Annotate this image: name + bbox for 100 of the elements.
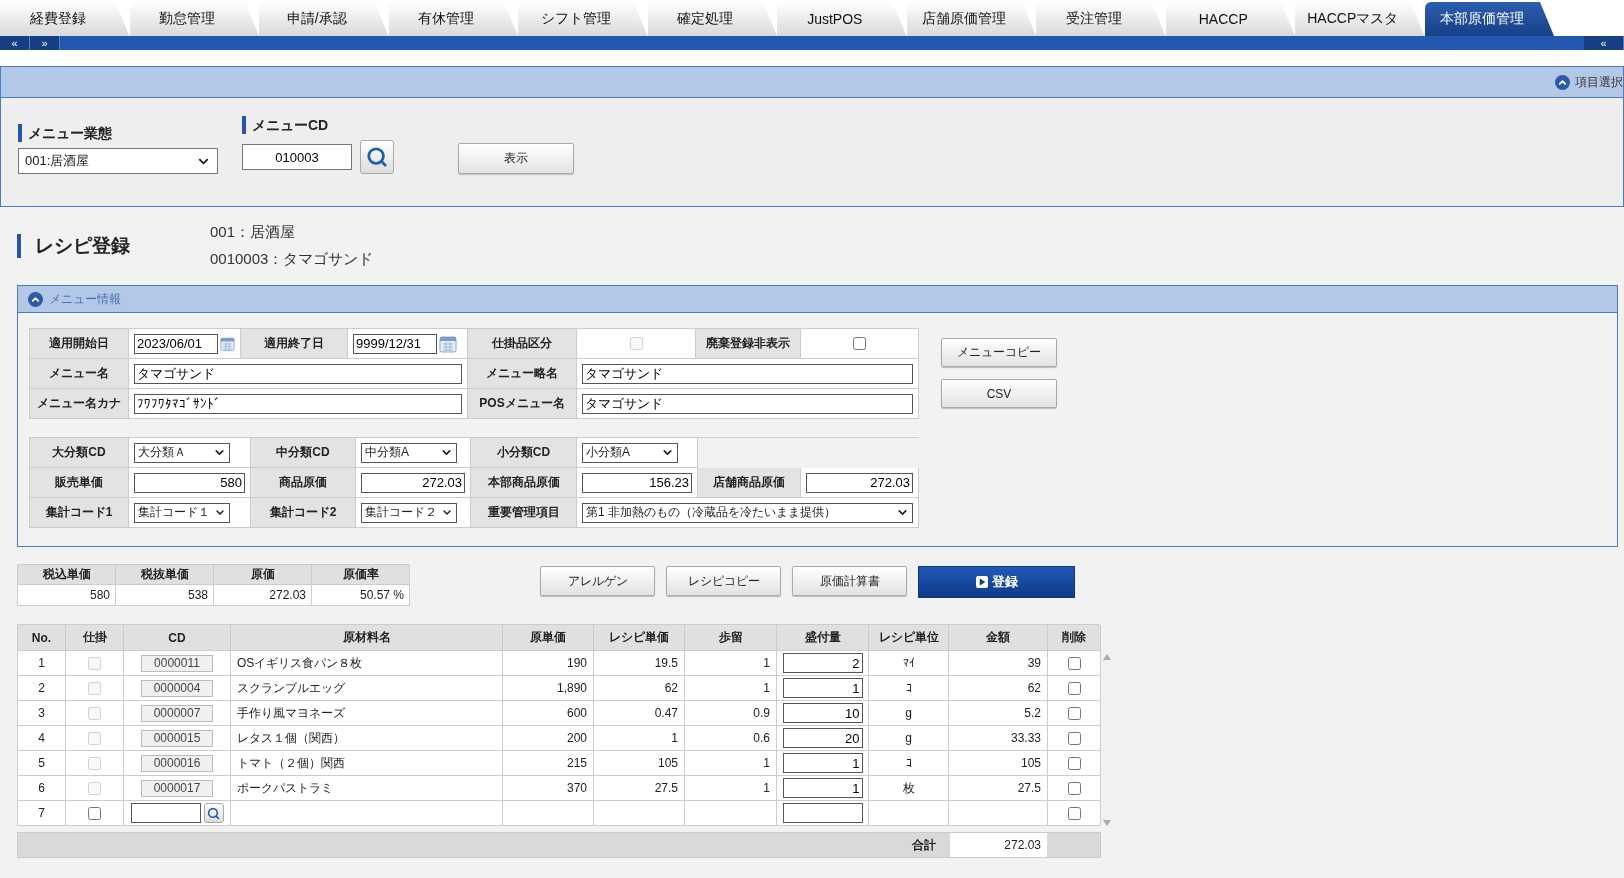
tab[interactable]: 経費登録 [0,2,130,36]
dropdown[interactable]: 大分類Ａ [134,442,230,463]
cd-input-field[interactable] [130,803,201,823]
column-header: 仕掛 [66,625,124,651]
search-icon [366,146,388,168]
tab[interactable]: 確定処理 [647,2,777,36]
side-button[interactable]: CSV [941,379,1057,408]
delete-checkbox[interactable] [1067,731,1081,745]
text-field[interactable]: タマゴサンド [582,393,913,414]
field-label: メニュー業態 [18,124,218,142]
table-cell: 3 [18,701,66,726]
field-label: 大分類CD [30,438,129,468]
table-cell: 1 [685,651,777,676]
tab[interactable]: JustPOS [777,2,907,36]
table-cell: 50.57 % [312,585,410,606]
wip-checkbox[interactable] [88,806,101,820]
table-cell: 215 [503,751,594,776]
info-line: 001：居酒屋 [210,223,297,242]
delete-checkbox[interactable] [1067,706,1081,720]
tab[interactable]: 店舗原価管理 [906,2,1036,36]
tab[interactable]: HACCP [1165,2,1295,36]
table-cell: 1 [685,751,777,776]
tab[interactable]: シフト管理 [518,2,648,36]
table-cell: 1 [18,651,66,676]
action-button[interactable]: 原価計算書 [792,566,907,596]
table-cell: ｺ [869,751,949,776]
table-cell: 272.03 [214,585,312,606]
text-field[interactable]: タマゴサンド [134,363,462,384]
dropdown[interactable]: 小分類A [582,442,678,463]
dropdown[interactable]: 集計コード２ [361,502,457,523]
quantity-field[interactable]: 1 [782,753,863,773]
tab[interactable]: 有休管理 [388,2,518,36]
table-cell: 7 [18,801,66,826]
table-cell: 190 [503,651,594,676]
dropdown[interactable]: 中分類A [361,442,457,463]
delete-checkbox[interactable] [1067,781,1081,795]
table-cell: スクランブルエッグ [231,676,503,701]
table-cell: 62 [594,676,685,701]
table-cell: 0.9 [685,701,777,726]
total-label: 合計 [912,836,936,854]
number-field[interactable]: 272.03 [806,472,913,493]
show-button[interactable]: 表示 [458,143,574,174]
column-header: レシピ単価 [594,625,685,651]
table-cell: 62 [949,676,1048,701]
code-field: 0000007 [141,704,213,722]
number-field[interactable]: 272.03 [361,472,465,493]
quantity-field[interactable] [782,803,863,823]
dropdown[interactable]: 第1 非加熱のもの（冷蔵品を冷たいまま提供） [582,502,913,523]
table-cell: レタス１個（関西） [231,726,503,751]
scroll-left-button[interactable]: « [0,36,30,50]
action-button[interactable]: アレルゲン [540,566,655,596]
text-field[interactable]: ﾌﾜﾌﾜﾀﾏｺﾞｻﾝﾄﾞ [134,393,462,414]
tab[interactable]: 申請/承認 [259,2,389,36]
table-cell: 0.6 [685,726,777,751]
field-label: 小分類CD [471,438,577,468]
date-field[interactable]: 9999/12/31 [353,333,437,354]
code-field: 0000015 [141,729,213,747]
delete-checkbox[interactable] [1067,681,1081,695]
column-header: 税込単価 [18,565,116,585]
number-field[interactable]: 156.23 [582,472,692,493]
action-button[interactable]: レシピコピー [666,566,781,596]
calendar-icon[interactable] [439,334,457,353]
collapse-button[interactable]: « [1584,36,1624,50]
column-header: レシピ単位 [869,625,949,651]
tab[interactable]: HACCPマスタ [1295,2,1425,36]
table-cell: 1 [594,726,685,751]
quantity-field[interactable]: 2 [782,653,863,673]
delete-checkbox[interactable] [1067,806,1081,820]
delete-checkbox[interactable] [1067,756,1081,770]
quantity-field[interactable]: 1 [782,678,863,698]
field-label: メニュー名 [30,359,129,389]
table-cell: 105 [594,751,685,776]
field-label: 店舗商品原価 [698,468,801,498]
text-field[interactable]: タマゴサンド [582,363,913,384]
number-field[interactable]: 580 [134,472,245,493]
date-field[interactable]: 2023/06/01 [134,333,218,354]
quantity-field[interactable]: 1 [782,778,863,798]
tab[interactable]: 勤怠管理 [129,2,259,36]
checkbox[interactable] [853,337,866,350]
column-header: 金額 [949,625,1048,651]
scroll-right-button[interactable]: » [30,36,60,50]
quantity-field[interactable]: 20 [782,728,863,748]
tab[interactable]: 本部原価管理 [1424,2,1554,36]
search-button[interactable] [203,803,224,823]
tab[interactable]: 受注管理 [1036,2,1166,36]
delete-checkbox[interactable] [1067,656,1081,670]
business-type-dropdown[interactable]: 001:居酒屋 [18,148,218,174]
dropdown[interactable]: 集計コード１ [134,502,230,523]
quantity-field[interactable]: 10 [782,703,863,723]
field-label: 仕掛品区分 [468,329,577,359]
search-button[interactable] [360,140,394,174]
side-button[interactable]: メニューコピー [941,338,1057,367]
field-label: 集計コード2 [251,498,356,528]
item-select-link[interactable]: 項目選択 [1555,73,1623,91]
table-cell: 27.5 [594,776,685,801]
field-label: 集計コード1 [30,498,129,528]
menu-cd-field[interactable]: 010003 [242,144,352,170]
register-button[interactable]: 登録 [918,566,1075,598]
table-cell: 600 [503,701,594,726]
table-cell: 580 [18,585,116,606]
